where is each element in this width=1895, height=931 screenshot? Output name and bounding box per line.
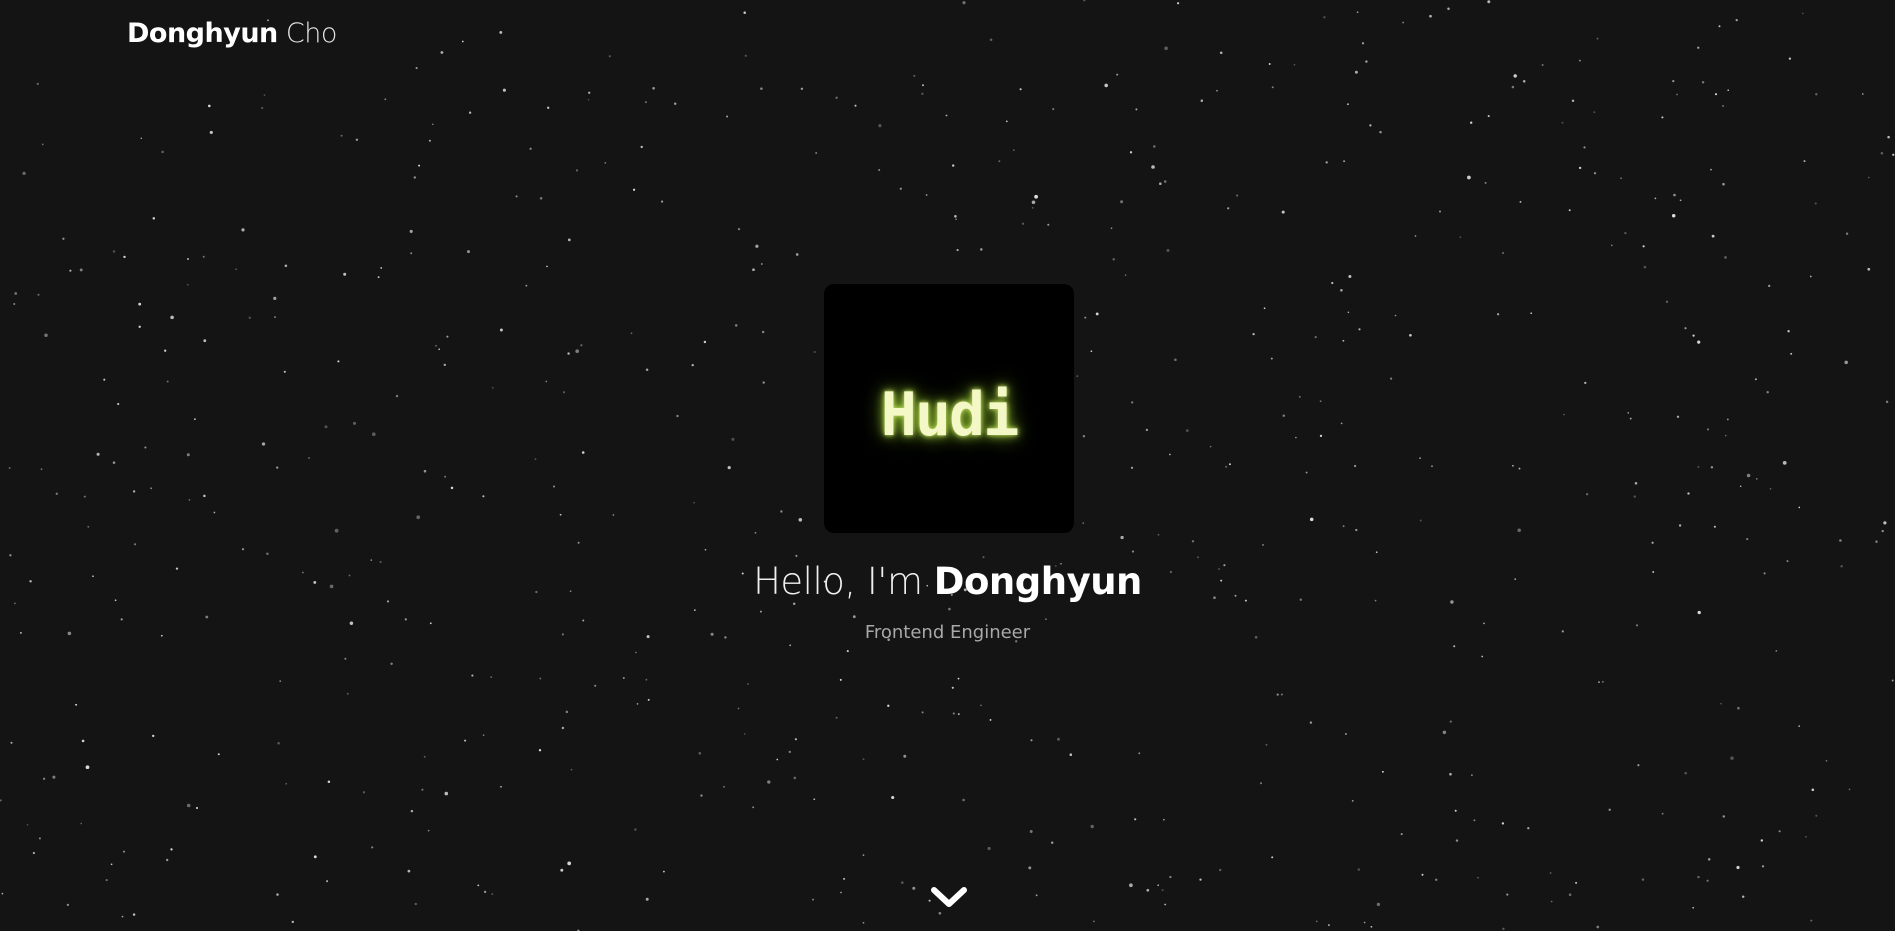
- greeting-prefix: Hello, I'm: [753, 560, 923, 603]
- hero-greeting: Hello, I'm Donghyun: [0, 557, 1895, 607]
- brand-first-name: Donghyun: [127, 18, 278, 49]
- avatar-logo-text: Hudi: [880, 379, 1019, 450]
- site-logo-link[interactable]: Donghyun Cho: [127, 14, 337, 54]
- avatar: Hudi: [824, 284, 1074, 533]
- hero-subtitle: Frontend Engineer: [864, 622, 1031, 643]
- scroll-down-button[interactable]: [929, 883, 969, 913]
- brand-last-name: Cho: [285, 18, 337, 49]
- chevron-down-icon: [931, 887, 967, 907]
- greeting-name: Donghyun: [933, 560, 1143, 603]
